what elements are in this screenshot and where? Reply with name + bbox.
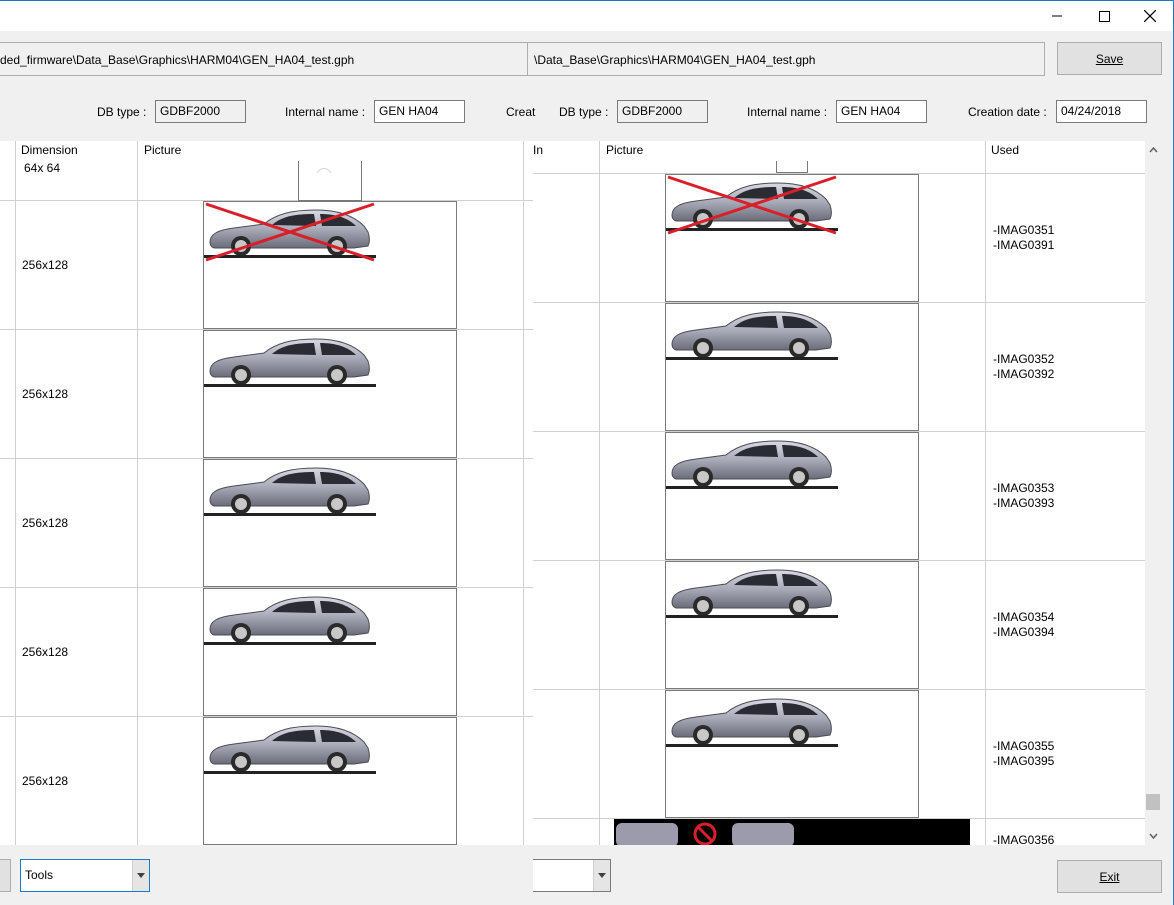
scroll-thumb[interactable] (1146, 794, 1160, 810)
left-creation-label: Creat (506, 105, 536, 119)
left-graphics-table: Dimension Picture 64x 64 256x128 256x128… (0, 141, 533, 845)
car-image (204, 467, 377, 517)
used-item: -IMAG0355 (993, 739, 1055, 753)
picture-thumbnail (665, 561, 919, 689)
chevron-down-icon[interactable] (132, 860, 149, 891)
exit-button[interactable]: Exit (1057, 860, 1162, 893)
left-db-type-field: GDBF2000 (155, 100, 246, 123)
used-item: -IMAG0391 (993, 238, 1055, 252)
picture-thumbnail (203, 330, 457, 458)
used-item: -IMAG0353 (993, 481, 1055, 495)
picture-thumbnail (665, 174, 919, 302)
used-item: -IMAG0395 (993, 754, 1055, 768)
right-internal-name-field[interactable]: GEN HA04 (836, 100, 927, 123)
minimize-icon (1052, 15, 1062, 17)
picture-thumbnail (614, 819, 970, 845)
picture-thumbnail (203, 459, 457, 587)
left-truncated-button[interactable] (0, 859, 11, 892)
car-image (666, 698, 839, 748)
picture-thumbnail (776, 161, 808, 173)
scroll-down-icon[interactable] (1145, 827, 1161, 845)
picture-thumbnail (203, 717, 457, 845)
left-internal-name-label: Internal name : (285, 105, 366, 119)
car-image (666, 440, 839, 490)
tools-combobox-value: Tools (25, 868, 54, 882)
picture-thumbnail (203, 588, 457, 716)
car-image (204, 725, 377, 775)
column-header-picture[interactable]: Picture (600, 141, 643, 160)
creation-date-label: Creation date : (968, 105, 1047, 119)
crossed-car-image (666, 175, 839, 235)
right-db-type-field: GDBF2000 (617, 100, 708, 123)
right-combobox[interactable] (533, 859, 611, 892)
picture-thumbnail (298, 161, 362, 201)
used-list: -IMAG0353 -IMAG0393 (993, 481, 1054, 511)
car-image (666, 569, 839, 619)
minimize-button[interactable] (1034, 1, 1080, 31)
maximize-button[interactable] (1081, 1, 1127, 31)
left-db-type-label: DB type : (97, 105, 147, 119)
column-header-in[interactable]: In (533, 141, 543, 160)
table-row-dimension: 256x128 (22, 387, 69, 401)
tools-combobox[interactable]: Tools (20, 859, 150, 892)
picture-thumbnail (665, 432, 919, 560)
chevron-down-icon[interactable] (593, 860, 610, 891)
column-header-dimension[interactable]: Dimension (15, 141, 78, 160)
used-item: -IMAG0354 (993, 610, 1055, 624)
used-item: -IMAG0393 (993, 496, 1055, 510)
car-image (204, 338, 377, 388)
right-path-field[interactable]: \Data_Base\Graphics\HARM04\GEN_HA04_test… (527, 42, 1045, 76)
right-internal-name-label: Internal name : (747, 105, 828, 119)
maximize-icon (1098, 10, 1110, 22)
vertical-scrollbar[interactable] (1145, 141, 1161, 845)
used-item: -IMAG0356 (993, 833, 1055, 845)
used-list: -IMAG0352 -IMAG0392 (993, 352, 1054, 382)
left-path-text: ded_firmware\Data_Base\Graphics\HARM04\G… (0, 53, 355, 67)
small-icon-graphic (316, 168, 332, 174)
creation-date-field[interactable]: 04/24/2018 (1056, 100, 1147, 123)
scroll-up-icon[interactable] (1145, 141, 1161, 159)
used-list: -IMAG0355 -IMAG0395 (993, 739, 1054, 769)
crossed-car-image (204, 202, 377, 262)
exit-button-label: Exit (1099, 869, 1120, 884)
title-bar (0, 1, 1173, 31)
column-header-picture[interactable]: Picture (138, 141, 181, 160)
used-list: -IMAG0356 (993, 833, 1054, 845)
table-row-dimension: 64x 64 (24, 161, 61, 175)
picture-thumbnail (665, 303, 919, 431)
used-item: -IMAG0394 (993, 625, 1055, 639)
used-item: -IMAG0392 (993, 367, 1055, 381)
table-row-dimension: 256x128 (22, 645, 69, 659)
right-graphics-table: In Picture Used -IMAG0351 -IMAG0391 -IMA… (533, 141, 1145, 845)
left-path-field[interactable]: ded_firmware\Data_Base\Graphics\HARM04\G… (0, 42, 533, 76)
save-button[interactable]: Save (1057, 42, 1162, 75)
save-button-label: Save (1095, 51, 1124, 66)
left-internal-name-field[interactable]: GEN HA04 (374, 100, 465, 123)
table-row-dimension: 256x128 (22, 516, 69, 530)
close-icon (1144, 10, 1156, 22)
used-item: -IMAG0352 (993, 352, 1055, 366)
close-button[interactable] (1127, 1, 1173, 31)
used-list: -IMAG0351 -IMAG0391 (993, 223, 1054, 253)
right-path-text: \Data_Base\Graphics\HARM04\GEN_HA04_test… (534, 53, 816, 67)
column-header-used[interactable]: Used (985, 141, 1019, 160)
picture-thumbnail (665, 690, 919, 818)
picture-thumbnail (203, 201, 457, 329)
used-list: -IMAG0354 -IMAG0394 (993, 610, 1054, 640)
table-row-dimension: 256x128 (22, 774, 69, 788)
right-db-type-label: DB type : (559, 105, 609, 119)
no-entry-banner-image (616, 822, 794, 845)
car-image (204, 596, 377, 646)
table-row-dimension: 256x128 (22, 258, 69, 272)
car-image (666, 311, 839, 361)
used-item: -IMAG0351 (993, 223, 1055, 237)
